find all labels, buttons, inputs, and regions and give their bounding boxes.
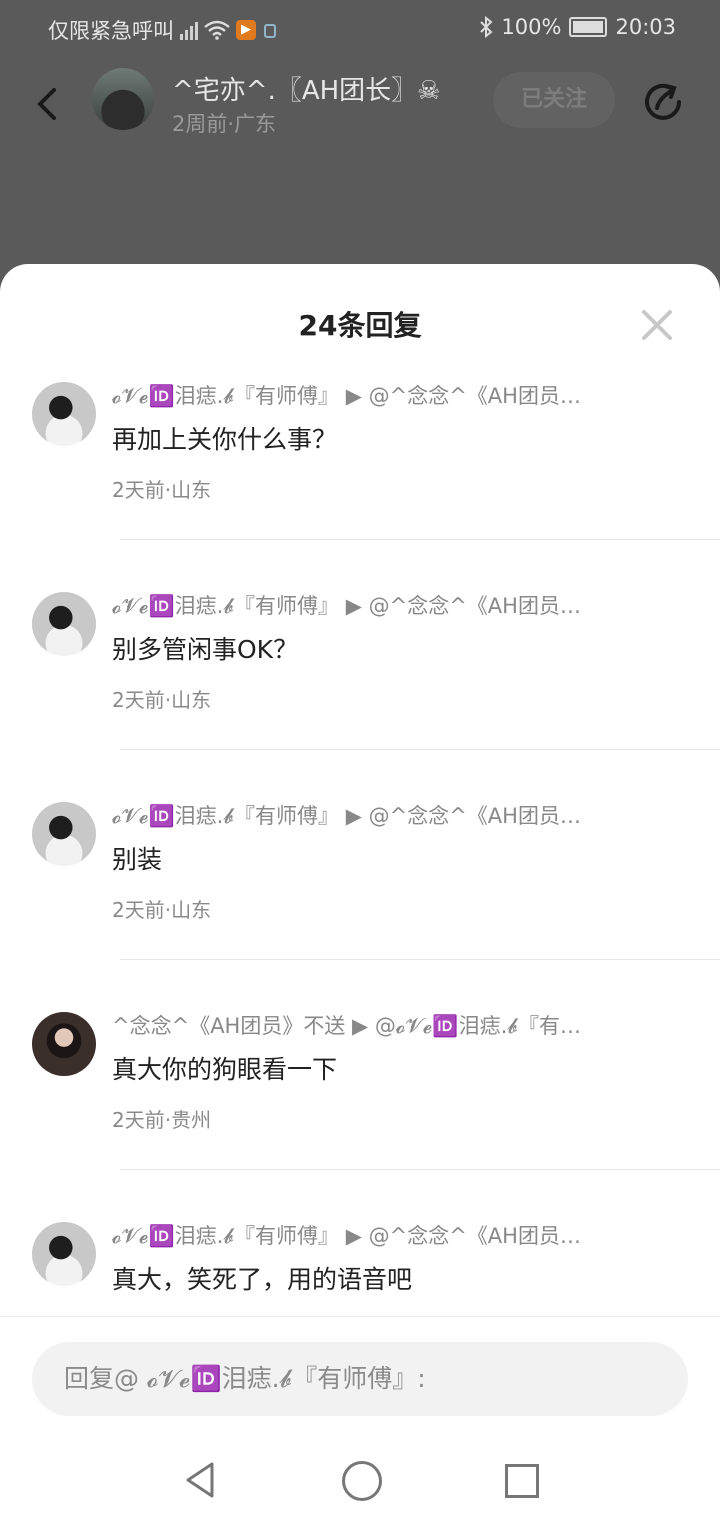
- reply-target[interactable]: @^念念^《AH团员…: [369, 594, 581, 618]
- author-avatar[interactable]: [92, 68, 154, 130]
- status-right: 100% 20:03: [479, 15, 676, 39]
- reply-location: 贵州: [171, 1108, 212, 1132]
- reply-content: 别多管闲事OK？: [112, 635, 299, 664]
- divider: [120, 539, 720, 540]
- back-arrow-icon[interactable]: [32, 86, 62, 122]
- status-left: 仅限紧急呼叫 ▶: [48, 15, 278, 45]
- reply-meta: 2天前·山东: [112, 684, 211, 713]
- follow-button[interactable]: 已关注: [493, 72, 615, 128]
- reply-target[interactable]: @𝓸𝓥𝓮🆔泪痣.𝓫『有…: [375, 1014, 581, 1038]
- replies-list[interactable]: 𝓸𝓥𝓮🆔泪痣.𝓫『有师傅』 ▶ @^念念^《AH团员… 再加上关你什么事？ 2天…: [0, 382, 720, 1318]
- nav-recents-icon[interactable]: [505, 1464, 539, 1498]
- battery-percent: 100%: [501, 15, 562, 39]
- reply-author[interactable]: 𝓸𝓥𝓮🆔泪痣.𝓫『有师傅』: [112, 1224, 339, 1248]
- reply-location: 山东: [171, 688, 212, 712]
- reply-arrow: ▶: [352, 1014, 369, 1038]
- author-name[interactable]: ^宅亦^.〖AH团长〗☠: [172, 70, 440, 107]
- divider: [120, 749, 720, 750]
- nav-back-icon[interactable]: [180, 1460, 220, 1500]
- sheet-title: 24条回复: [298, 309, 422, 342]
- divider: [120, 959, 720, 960]
- reply-header: 𝓸𝓥𝓮🆔泪痣.𝓫『有师傅』 ▶ @^念念^《AH团员…: [112, 1220, 612, 1250]
- reply-meta: 2天前·山东: [112, 894, 211, 923]
- avatar[interactable]: [32, 592, 96, 656]
- signal-icon: [180, 20, 198, 40]
- notification-icon: [264, 24, 276, 38]
- reply-target[interactable]: @^念念^《AH团员…: [369, 1224, 581, 1248]
- reply-item[interactable]: ^念念^《AH团员》不送 ▶ @𝓸𝓥𝓮🆔泪痣.𝓫『有… 真大你的狗眼看一下 2天…: [0, 1012, 720, 1222]
- post-header: ^宅亦^.〖AH团长〗☠ 2周前·广东 已关注: [0, 56, 720, 152]
- reply-author[interactable]: ^念念^《AH团员》不送: [112, 1014, 345, 1038]
- post-meta: 2周前·广东: [172, 112, 277, 136]
- reply-author[interactable]: 𝓸𝓥𝓮🆔泪痣.𝓫『有师傅』: [112, 594, 339, 618]
- status-bar: 仅限紧急呼叫 ▶ 100% 20:03: [0, 0, 720, 56]
- reply-author[interactable]: 𝓸𝓥𝓮🆔泪痣.𝓫『有师傅』: [112, 384, 339, 408]
- reply-target[interactable]: @^念念^《AH团员…: [369, 384, 581, 408]
- app-notification-icon: ▶: [236, 20, 256, 40]
- reply-time: 2天前: [112, 1108, 165, 1132]
- reply-item[interactable]: 𝓸𝓥𝓮🆔泪痣.𝓫『有师傅』 ▶ @^念念^《AH团员… 别装 2天前·山东: [0, 802, 720, 1012]
- divider: [120, 1169, 720, 1170]
- reply-item[interactable]: 𝓸𝓥𝓮🆔泪痣.𝓫『有师傅』 ▶ @^念念^《AH团员… 别多管闲事OK？ 2天前…: [0, 592, 720, 802]
- avatar[interactable]: [32, 1012, 96, 1076]
- bluetooth-icon: [480, 16, 493, 38]
- reply-arrow: ▶: [345, 384, 362, 408]
- reply-content: 再加上关你什么事？: [112, 425, 338, 454]
- reply-meta: 2天前·贵州: [112, 1104, 211, 1133]
- composer-divider: [0, 1316, 720, 1317]
- reply-location: 山东: [171, 478, 212, 502]
- replies-sheet: 24条回复 𝓸𝓥𝓮🆔泪痣.𝓫『有师傅』 ▶ @^念念^《AH团员… 再加上关你什…: [0, 264, 720, 1520]
- reply-author[interactable]: 𝓸𝓥𝓮🆔泪痣.𝓫『有师傅』: [112, 804, 339, 828]
- reply-time: 2天前: [112, 478, 165, 502]
- reply-input[interactable]: 回复@ 𝓸𝓥𝓮🆔泪痣.𝓫『有师傅』:: [32, 1342, 688, 1416]
- reply-header: 𝓸𝓥𝓮🆔泪痣.𝓫『有师傅』 ▶ @^念念^《AH团员…: [112, 382, 612, 410]
- reply-header: ^念念^《AH团员》不送 ▶ @𝓸𝓥𝓮🆔泪痣.𝓫『有…: [112, 1010, 612, 1040]
- reply-content: 真大，笑死了，用的语音吧: [112, 1265, 413, 1294]
- reply-arrow: ▶: [345, 804, 362, 828]
- share-icon[interactable]: [641, 80, 685, 124]
- reply-target[interactable]: @^念念^《AH团员…: [369, 804, 581, 828]
- reply-time: 2天前: [112, 688, 165, 712]
- reply-content: 真大你的狗眼看一下: [112, 1055, 338, 1084]
- battery-icon: [569, 17, 608, 37]
- reply-meta: 2天前·山东: [112, 474, 211, 503]
- avatar[interactable]: [32, 1222, 96, 1286]
- clock: 20:03: [615, 15, 676, 39]
- system-nav-bar: [0, 1430, 720, 1520]
- reply-content: 别装: [112, 845, 163, 874]
- reply-arrow: ▶: [345, 1224, 362, 1248]
- close-icon[interactable]: [640, 308, 674, 342]
- reply-arrow: ▶: [345, 594, 362, 618]
- wifi-icon: [204, 20, 230, 40]
- avatar[interactable]: [32, 382, 96, 446]
- carrier-text: 仅限紧急呼叫: [48, 19, 174, 43]
- reply-location: 山东: [171, 898, 212, 922]
- reply-header: 𝓸𝓥𝓮🆔泪痣.𝓫『有师傅』 ▶ @^念念^《AH团员…: [112, 800, 612, 830]
- reply-item[interactable]: 𝓸𝓥𝓮🆔泪痣.𝓫『有师傅』 ▶ @^念念^《AH团员… 真大，笑死了，用的语音吧: [0, 1222, 720, 1318]
- avatar[interactable]: [32, 802, 96, 866]
- reply-item[interactable]: 𝓸𝓥𝓮🆔泪痣.𝓫『有师傅』 ▶ @^念念^《AH团员… 再加上关你什么事？ 2天…: [0, 382, 720, 592]
- nav-home-icon[interactable]: [342, 1461, 382, 1501]
- reply-time: 2天前: [112, 898, 165, 922]
- reply-header: 𝓸𝓥𝓮🆔泪痣.𝓫『有师傅』 ▶ @^念念^《AH团员…: [112, 590, 612, 620]
